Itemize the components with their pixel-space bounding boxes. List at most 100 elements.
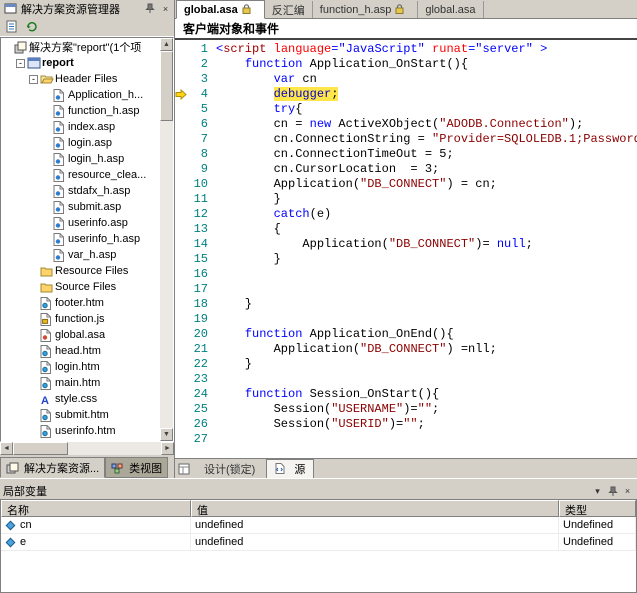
scroll-right-icon[interactable]: ►: [161, 442, 174, 455]
tree-item[interactable]: function.js: [1, 311, 160, 327]
indicator-margin[interactable]: [175, 72, 190, 87]
document-tab[interactable]: function_h.asp: [313, 1, 419, 18]
indicator-margin[interactable]: [175, 417, 190, 432]
scroll-down-icon[interactable]: ▼: [160, 428, 173, 441]
indicator-margin[interactable]: [175, 102, 190, 117]
tab-class-view[interactable]: 类视图: [105, 457, 169, 478]
locals-row[interactable]: e undefined Undefined: [1, 534, 636, 551]
pin-icon[interactable]: [606, 485, 619, 498]
code-line[interactable]: 9 cn.CursorLocation = 3;: [175, 162, 637, 177]
object-events-bar[interactable]: 客户端对象和事件: [175, 19, 637, 40]
code-line[interactable]: 11 }: [175, 192, 637, 207]
code-line[interactable]: 23: [175, 372, 637, 387]
tree-item[interactable]: userinfo.asp: [1, 215, 160, 231]
chevron-down-icon[interactable]: ▾: [591, 485, 604, 498]
code-line[interactable]: 10 Application("DB_CONNECT") = cn;: [175, 177, 637, 192]
tree-item[interactable]: submit.htm: [1, 407, 160, 423]
document-tab[interactable]: global.asa: [176, 0, 265, 19]
tab-design[interactable]: 设计(锁定): [196, 460, 263, 478]
code-line[interactable]: 2 function Application_OnStart(){: [175, 57, 637, 72]
tree-item[interactable]: stdafx_h.asp: [1, 183, 160, 199]
current-statement-arrow[interactable]: [175, 87, 190, 102]
tree-item[interactable]: var_h.asp: [1, 247, 160, 263]
document-tab[interactable]: 反汇编: [265, 1, 313, 18]
indicator-margin[interactable]: [175, 57, 190, 72]
indicator-margin[interactable]: [175, 132, 190, 147]
code-line[interactable]: 15 }: [175, 252, 637, 267]
tab-source[interactable]: 源: [266, 458, 315, 479]
indicator-margin[interactable]: [175, 387, 190, 402]
code-line[interactable]: 8 cn.ConnectionTimeOut = 5;: [175, 147, 637, 162]
tree-item[interactable]: Resource Files: [1, 263, 160, 279]
indicator-margin[interactable]: [175, 222, 190, 237]
column-header-value[interactable]: 值: [191, 500, 559, 517]
scrollbar-track[interactable]: [160, 121, 173, 428]
scroll-up-icon[interactable]: ▲: [160, 38, 173, 51]
tree-item[interactable]: index.asp: [1, 119, 160, 135]
tree-item[interactable]: global.asa: [1, 327, 160, 343]
indicator-margin[interactable]: [175, 402, 190, 417]
tree-item[interactable]: submit.asp: [1, 199, 160, 215]
scrollbar-thumb[interactable]: [13, 442, 68, 455]
indicator-margin[interactable]: [175, 432, 190, 447]
tab-solution-explorer[interactable]: 解决方案资源...: [0, 457, 106, 478]
indicator-margin[interactable]: [175, 282, 190, 297]
tree-item[interactable]: - report: [1, 55, 160, 71]
code-line[interactable]: 17: [175, 282, 637, 297]
tree-item[interactable]: Source Files: [1, 279, 160, 295]
code-line[interactable]: 7 cn.ConnectionString = "Provider=SQLOLE…: [175, 132, 637, 147]
tree-item[interactable]: Application_h...: [1, 87, 160, 103]
code-line[interactable]: 22 }: [175, 357, 637, 372]
code-line[interactable]: 16: [175, 267, 637, 282]
indicator-margin[interactable]: [175, 252, 190, 267]
tree-item[interactable]: userinfo.htm: [1, 423, 160, 439]
indicator-margin[interactable]: [175, 372, 190, 387]
tree-horizontal-scrollbar[interactable]: ◄ ►: [0, 442, 174, 455]
code-line[interactable]: 20 function Application_OnEnd(){: [175, 327, 637, 342]
scroll-left-icon[interactable]: ◄: [0, 442, 13, 455]
tree-item[interactable]: login.htm: [1, 359, 160, 375]
indicator-margin[interactable]: [175, 147, 190, 162]
code-line[interactable]: 12 catch(e): [175, 207, 637, 222]
tree-item[interactable]: resource_clea...: [1, 167, 160, 183]
code-line[interactable]: 24 function Session_OnStart(){: [175, 387, 637, 402]
refresh-icon[interactable]: [23, 19, 39, 34]
code-line[interactable]: 13 {: [175, 222, 637, 237]
document-tab[interactable]: global.asa: [418, 1, 484, 18]
indicator-margin[interactable]: [175, 267, 190, 282]
pin-icon[interactable]: [143, 2, 156, 15]
indicator-margin[interactable]: [175, 342, 190, 357]
code-line[interactable]: 19: [175, 312, 637, 327]
code-line[interactable]: 25 Session("USERNAME")="";: [175, 402, 637, 417]
tree-item[interactable]: 解决方案"report"(1个项: [1, 39, 160, 55]
tree-expander-minus[interactable]: -: [29, 74, 38, 84]
tree-item[interactable]: login.asp: [1, 135, 160, 151]
tree-item[interactable]: login_h.asp: [1, 151, 160, 167]
properties-icon[interactable]: [3, 19, 19, 34]
code-area[interactable]: 1 <script language="JavaScript" runat="se…: [175, 40, 637, 458]
close-icon[interactable]: ×: [621, 485, 634, 498]
code-line[interactable]: 4 debugger;: [175, 87, 637, 102]
indicator-margin[interactable]: [175, 177, 190, 192]
indicator-margin[interactable]: [175, 327, 190, 342]
code-line[interactable]: 27: [175, 432, 637, 447]
indicator-margin[interactable]: [175, 297, 190, 312]
indicator-margin[interactable]: [175, 192, 190, 207]
indicator-margin[interactable]: [175, 207, 190, 222]
tree-item[interactable]: function_h.asp: [1, 103, 160, 119]
scrollbar-track[interactable]: [68, 442, 161, 455]
tree-vertical-scrollbar[interactable]: ▲ ▼: [160, 38, 173, 441]
indicator-margin[interactable]: [175, 312, 190, 327]
locals-row[interactable]: cn undefined Undefined: [1, 517, 636, 534]
code-line[interactable]: 6 cn = new ActiveXObject("ADODB.Connecti…: [175, 117, 637, 132]
scrollbar-thumb[interactable]: [160, 51, 173, 121]
indicator-margin[interactable]: [175, 357, 190, 372]
column-header-name[interactable]: 名称: [1, 500, 191, 517]
code-line[interactable]: 26 Session("USERID")="";: [175, 417, 637, 432]
tree-item[interactable]: head.htm: [1, 343, 160, 359]
indicator-margin[interactable]: [175, 117, 190, 132]
code-line[interactable]: 3 var cn: [175, 72, 637, 87]
code-line[interactable]: 5 try{: [175, 102, 637, 117]
tree-expander-minus[interactable]: -: [16, 58, 25, 68]
code-line[interactable]: 18 }: [175, 297, 637, 312]
